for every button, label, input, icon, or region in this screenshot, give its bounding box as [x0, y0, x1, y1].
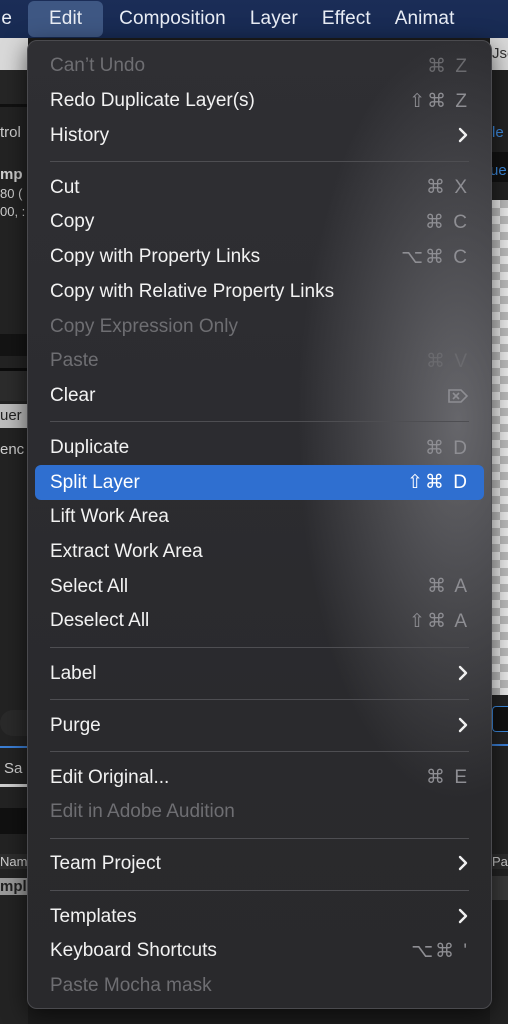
- menu-item-duplicate[interactable]: Duplicate ⌘ D: [28, 431, 491, 466]
- bg-label: enc: [0, 441, 25, 458]
- menu-item-purge[interactable]: Purge: [28, 708, 491, 743]
- menu-item-label: Team Project: [50, 853, 161, 875]
- bg-label: uer: [0, 407, 22, 424]
- bg-label: Jse: [492, 45, 508, 62]
- menu-item-label: Redo Duplicate Layer(s): [50, 90, 255, 112]
- menu-item-label: Edit in Adobe Audition: [50, 801, 235, 823]
- menu-item-templates[interactable]: Templates: [28, 899, 491, 934]
- menu-item-label: Templates: [50, 905, 137, 927]
- menu-item-keyboard-shortcuts[interactable]: Keyboard Shortcuts ⌥⌘ ': [28, 934, 491, 969]
- menu-item-paste-mocha-mask: Paste Mocha mask: [28, 969, 491, 1004]
- bg-label: Sa: [4, 760, 23, 777]
- menu-item-label: Copy with Property Links: [50, 246, 261, 268]
- bg-label: mpl: [0, 878, 28, 895]
- shortcut-label: ⌘ E: [426, 767, 469, 789]
- menu-item-edit-original[interactable]: Edit Original... ⌘ E: [28, 760, 491, 795]
- menu-separator: [28, 153, 491, 170]
- shortcut-label: ⌘ D: [425, 437, 469, 459]
- menu-item-label: Select All: [50, 575, 129, 597]
- shortcut-label: ⌘ Z: [427, 55, 469, 77]
- menu-item-select-all[interactable]: Select All ⌘ A: [28, 569, 491, 604]
- delete-forward-icon: [447, 388, 469, 404]
- menu-layer[interactable]: Layer: [238, 1, 310, 37]
- menu-item-label: Extract Work Area: [50, 541, 203, 563]
- menu-item-redo-duplicate-layer-s[interactable]: Redo Duplicate Layer(s) ⇧⌘ Z: [28, 84, 491, 119]
- left-panel: trol mp 80 ( 00, : uer enc Sa Nam mpl: [0, 38, 28, 1024]
- menu-item-label: Edit Original...: [50, 766, 170, 788]
- menu-item-label: History: [50, 124, 110, 146]
- chevron-right-icon: [457, 904, 469, 930]
- menu-item-label: Can’t Undo: [50, 55, 146, 77]
- shortcut-label: ⌘ X: [426, 177, 469, 199]
- menu-item-label: Deselect All: [50, 610, 150, 632]
- menu-item-copy-with-relative-property-links[interactable]: Copy with Relative Property Links: [28, 275, 491, 310]
- chevron-right-icon: [457, 713, 469, 739]
- menu-item-label: Label: [50, 662, 97, 684]
- menu-composition[interactable]: Composition: [107, 1, 238, 37]
- menu-item-label: Clear: [50, 384, 96, 406]
- menu-edit[interactable]: Edit: [28, 1, 104, 37]
- menu-item-team-project[interactable]: Team Project: [28, 847, 491, 882]
- menu-separator: [28, 882, 491, 899]
- menu-item-extract-work-area[interactable]: Extract Work Area: [28, 535, 491, 570]
- menu-separator: [28, 830, 491, 847]
- bg-label: mp: [0, 166, 23, 183]
- shortcut-label: ⇧⌘ Z: [409, 90, 469, 112]
- menu-item-label: Copy Expression Only: [50, 315, 238, 337]
- menu-item-label: Paste Mocha mask: [50, 974, 212, 996]
- chevron-right-icon: [457, 661, 469, 687]
- menu-item-label: Paste: [50, 350, 99, 372]
- menu-item-history[interactable]: History: [28, 118, 491, 153]
- menu-separator: [28, 413, 491, 430]
- bg-label: Nam: [0, 854, 28, 869]
- menu-item-clear[interactable]: Clear: [28, 379, 491, 414]
- menu-separator: [28, 743, 491, 760]
- chevron-right-icon: [457, 851, 469, 877]
- menu-animation[interactable]: Animat: [383, 1, 467, 37]
- menu-separator: [28, 639, 491, 656]
- menu-item-label: Cut: [50, 176, 80, 198]
- bg-label: 00, :: [0, 204, 26, 219]
- transparency-grid: [492, 200, 508, 695]
- bg-label: le: [492, 124, 504, 141]
- shortcut-label: ⌥⌘ C: [401, 246, 469, 268]
- menu-item-label[interactable]: Label: [28, 656, 491, 691]
- shortcut-label: ⇧⌘ D: [407, 472, 469, 494]
- menu-item-label: Copy with Relative Property Links: [50, 280, 335, 302]
- menu-item-label: Split Layer: [50, 471, 140, 493]
- menu-item-edit-in-adobe-audition: Edit in Adobe Audition: [28, 795, 491, 830]
- menu-item-deselect-all[interactable]: Deselect All ⇧⌘ A: [28, 604, 491, 639]
- shortcut-label: ⌘ V: [426, 350, 469, 372]
- shortcut-label: ⇧⌘ A: [409, 610, 469, 632]
- menu-file[interactable]: le: [0, 1, 24, 37]
- menu-item-copy-expression-only: Copy Expression Only: [28, 309, 491, 344]
- menu-item-lift-work-area[interactable]: Lift Work Area: [28, 500, 491, 535]
- menu-item-split-layer[interactable]: Split Layer ⇧⌘ D: [35, 465, 484, 501]
- menu-item-label: Lift Work Area: [50, 506, 169, 528]
- menu-bar: le Edit Composition Layer Effect Animat: [0, 0, 508, 38]
- chevron-right-icon: [457, 123, 469, 149]
- shortcut-label: ⌘ A: [427, 576, 469, 598]
- menu-item-copy[interactable]: Copy ⌘ C: [28, 205, 491, 240]
- edit-menu: Can’t Undo ⌘ Z Redo Duplicate Layer(s) ⇧⌘ Z…: [27, 40, 492, 1009]
- menu-effect[interactable]: Effect: [310, 1, 383, 37]
- menu-item-cut[interactable]: Cut ⌘ X: [28, 170, 491, 205]
- menu-item-paste: Paste ⌘ V: [28, 344, 491, 379]
- bg-label: trol: [0, 124, 21, 141]
- menu-separator: [28, 691, 491, 708]
- menu-item-label: Copy: [50, 211, 95, 233]
- bg-label: ue: [490, 162, 507, 179]
- menu-item-can-t-undo: Can’t Undo ⌘ Z: [28, 49, 491, 84]
- menu-item-label: Duplicate: [50, 437, 130, 458]
- bg-label: Pa: [492, 854, 508, 869]
- menu-item-copy-with-property-links[interactable]: Copy with Property Links ⌥⌘ C: [28, 240, 491, 275]
- shortcut-label: ⌥⌘ ': [411, 940, 469, 962]
- menu-item-label: Keyboard Shortcuts: [50, 940, 217, 962]
- menu-item-label: Purge: [50, 714, 101, 736]
- bg-label: 80 (: [0, 186, 23, 201]
- shortcut-label: ⌘ C: [425, 211, 469, 233]
